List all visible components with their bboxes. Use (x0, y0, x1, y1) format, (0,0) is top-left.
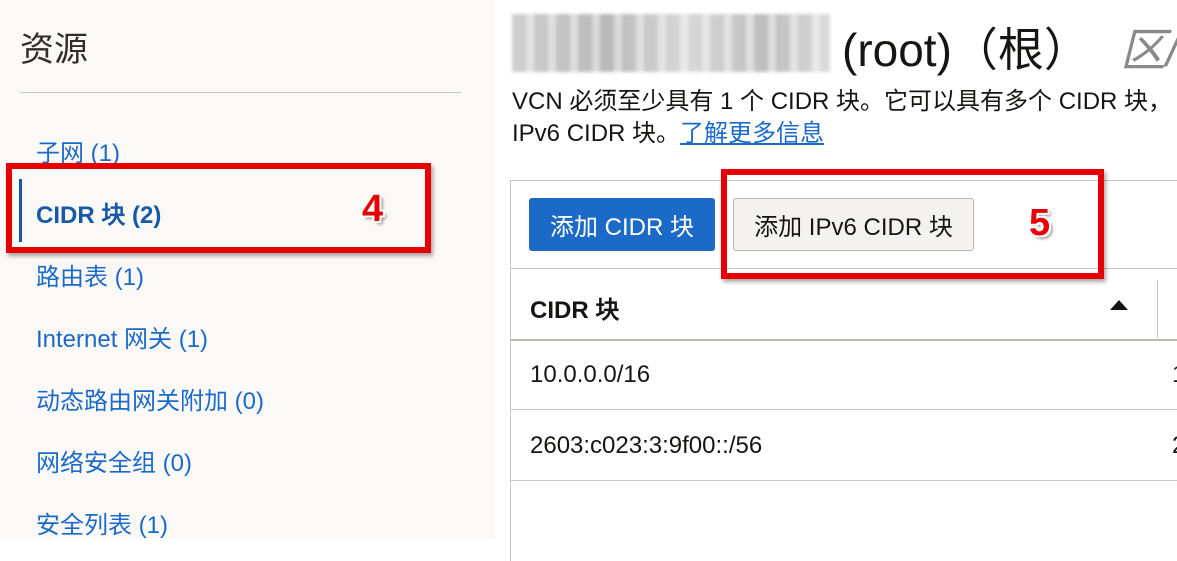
add-cidr-block-button[interactable]: 添加 CIDR 块 (529, 198, 715, 251)
sidebar-item-route-tables[interactable]: 路由表 (1) (36, 257, 144, 292)
table-row-cidr: 2603:c023:3:9f00::/56 (530, 432, 763, 459)
sidebar-item-security-lists[interactable]: 安全列表 (1) (36, 505, 168, 540)
sidebar-item-drg-attachments[interactable]: 动态路由网关附加 (0) (36, 381, 264, 416)
table-row-divider (511, 480, 1177, 481)
description-line-2-text: IPv6 CIDR 块。 (512, 120, 681, 147)
annotation-number-5: 5 (1029, 202, 1051, 244)
column-divider (1157, 280, 1158, 338)
sidebar-item-network-security-groups[interactable]: 网络安全组 (0) (36, 443, 192, 478)
table-row-cidr: 10.0.0.0/16 (530, 361, 651, 388)
table-row-divider (511, 409, 1177, 410)
description-line-1: VCN 必须至少具有 1 个 CIDR 块。它可以具有多个 CIDR 块， (512, 88, 1173, 115)
table-header-border (511, 339, 1177, 341)
annotation-number-4: 4 (362, 188, 384, 230)
redacted-vcn-name (512, 14, 830, 72)
resources-sidebar: 资源 子网 (1) CIDR 块 (2) 路由表 (1) Internet 网关… (0, 0, 495, 539)
page-title-tail: 区/ (1120, 24, 1177, 76)
sidebar-item-internet-gateways[interactable]: Internet 网关 (1) (36, 319, 208, 354)
table-row-next-col: 1 (1172, 361, 1177, 389)
learn-more-link[interactable]: 了解更多信息 (680, 120, 824, 147)
sidebar-divider (20, 92, 461, 93)
page-title: (root)（根） (842, 24, 1090, 76)
table-row-next-col: 2 (1172, 432, 1177, 460)
sort-ascending-icon[interactable] (1110, 300, 1128, 310)
table-header-cidr[interactable]: CIDR 块 (530, 290, 619, 325)
description: VCN 必须至少具有 1 个 CIDR 块。它可以具有多个 CIDR 块， IP… (512, 86, 1177, 150)
description-line-2: IPv6 CIDR 块。了解更多信息 (512, 118, 1177, 150)
resources-title: 资源 (20, 31, 88, 69)
